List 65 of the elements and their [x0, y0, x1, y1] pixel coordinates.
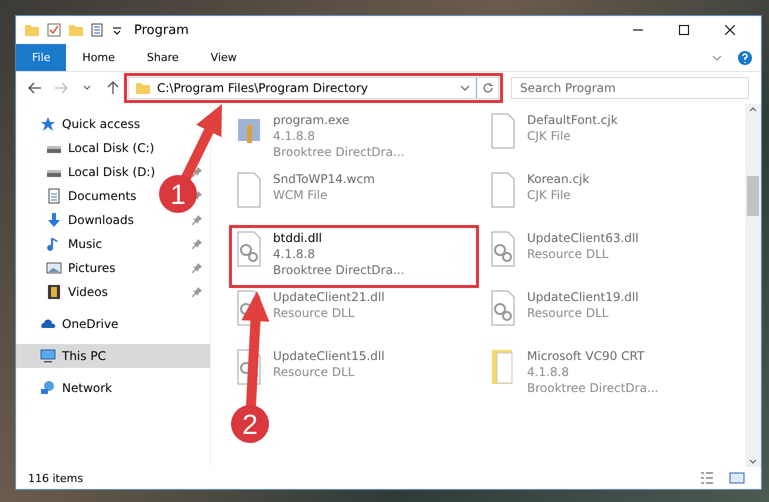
folder-icon: [24, 22, 40, 38]
gear-file-icon: [489, 231, 517, 267]
ribbon-tab[interactable]: File: [16, 44, 66, 71]
pin-icon: [192, 287, 202, 297]
document-icon: [46, 188, 62, 204]
gear-file-icon: [489, 290, 517, 326]
download-icon: [46, 212, 62, 228]
nav-item[interactable]: Network: [16, 376, 118, 400]
ribbon-tab[interactable]: View: [194, 44, 253, 71]
item-count: 116 items: [28, 472, 84, 484]
up-arrow-icon: [107, 81, 119, 95]
scroll-thumb[interactable]: [747, 176, 759, 216]
network-icon: [40, 380, 56, 396]
file-item[interactable]: UpdateClient63.dll Resource DLL: [485, 227, 731, 286]
file-item[interactable]: Microsoft VC90 CRT 4.1.8.8 Brooktree DirectDra...: [485, 345, 731, 404]
ribbon-tab[interactable]: Home: [66, 44, 131, 71]
step-number: 2: [242, 409, 258, 440]
nav-item[interactable]: Downloads: [16, 208, 140, 232]
ribbon-tab[interactable]: Share: [130, 44, 195, 71]
large-icons-view-icon: [729, 470, 745, 486]
pin-icon: [192, 167, 202, 177]
file-item[interactable]: program.exe 4.1.8.8 Brooktree DirectDra...: [231, 109, 477, 168]
refresh-icon: [482, 82, 494, 94]
nav-item[interactable]: Pictures: [16, 256, 122, 280]
folder-icon: [135, 80, 151, 96]
file-item[interactable]: Korean.cjk CJK File: [485, 168, 731, 227]
nav-item[interactable]: Local Disk (D:): [16, 160, 162, 184]
nav-item[interactable]: Quick access: [16, 112, 146, 136]
pin-icon: [192, 263, 202, 273]
monitor-icon: [40, 348, 56, 364]
nav-item[interactable]: Videos: [16, 280, 114, 304]
chevron-down-icon: [460, 83, 470, 93]
details-view-icon: [699, 470, 715, 486]
pin-icon: [192, 215, 202, 225]
help-icon: [737, 50, 753, 66]
file-item[interactable]: SndToWP14.wcm WCM File: [231, 168, 477, 227]
file-item[interactable]: btddi.dll 4.1.8.8 Brooktree DirectDra...: [231, 227, 477, 286]
file-item[interactable]: DefaultFont.cjk CJK File: [485, 109, 731, 168]
file-item[interactable]: UpdateClient19.dll Resource DLL: [485, 286, 731, 345]
step-badge: [159, 175, 197, 213]
window-title: Program: [134, 22, 189, 38]
step-number: 1: [170, 179, 186, 210]
gear-file-icon: [235, 231, 263, 267]
scrollbar[interactable]: [745, 104, 761, 467]
checklist-icon: [46, 22, 62, 38]
nav-item[interactable]: Local Disk (C:): [16, 136, 160, 160]
forward-arrow-icon: [54, 82, 68, 94]
search-field[interactable]: Search Program: [511, 77, 749, 99]
film-icon: [46, 284, 62, 300]
folder-icon: [68, 22, 84, 38]
nav-item[interactable]: Documents: [16, 184, 142, 208]
back-arrow-icon: [28, 82, 42, 94]
pin-icon: [192, 239, 202, 249]
nav-item[interactable]: OneDrive: [16, 312, 124, 336]
file-icon: [489, 113, 517, 149]
star-icon: [40, 116, 56, 132]
close-icon: [725, 25, 735, 35]
nav-item[interactable]: Music: [16, 232, 108, 256]
step-badge: [231, 405, 269, 443]
file-icon: [235, 172, 263, 208]
maximize-icon: [679, 25, 689, 35]
file-icon: [489, 172, 517, 208]
nav-item[interactable]: This PC: [16, 344, 210, 368]
chevron-down-icon: [83, 85, 91, 91]
picture-icon: [46, 260, 62, 276]
